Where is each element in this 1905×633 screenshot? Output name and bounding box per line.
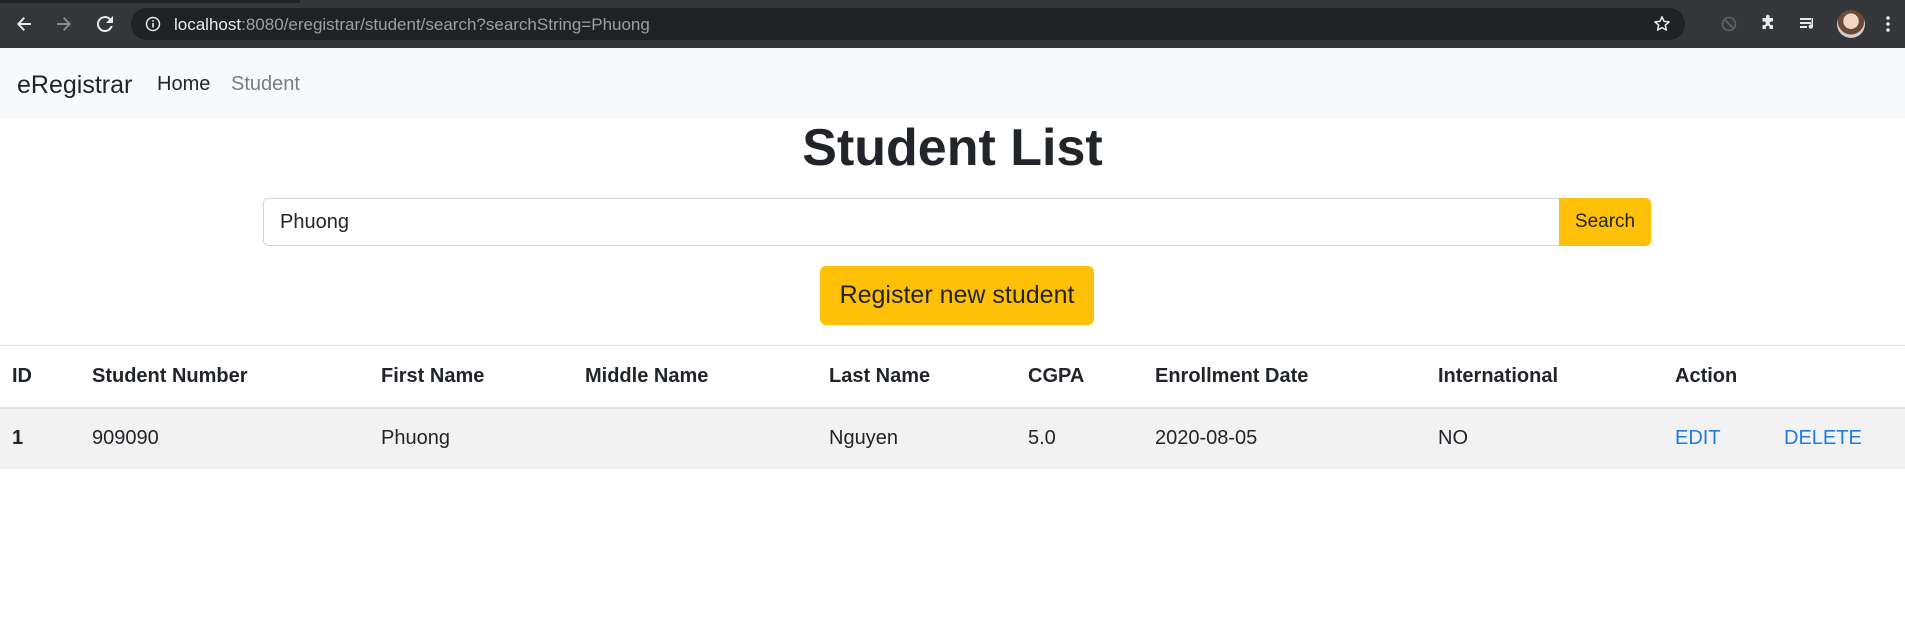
browser-toolbar: localhost:8080/eregistrar/student/search… (0, 0, 1905, 48)
edit-link[interactable]: EDIT (1675, 427, 1721, 449)
student-table: ID Student Number First Name Middle Name… (0, 345, 1905, 469)
delete-link[interactable]: DELETE (1784, 427, 1862, 449)
tab-strip-edge (0, 0, 300, 3)
header-first-name: First Name (381, 364, 485, 387)
url-text[interactable]: localhost:8080/eregistrar/student/search… (174, 15, 650, 35)
profile-avatar[interactable] (1837, 10, 1865, 38)
navbar-brand[interactable]: eRegistrar (17, 71, 132, 100)
reload-icon[interactable] (91, 10, 119, 38)
header-cgpa: CGPA (1028, 364, 1085, 387)
header-last-name: Last Name (829, 364, 931, 387)
cell-delete: DELETE (1772, 408, 1905, 469)
url-host: localhost (174, 15, 242, 34)
header-international: International (1438, 364, 1559, 387)
cell-cgpa: 5.0 (1028, 427, 1056, 449)
search-input[interactable] (263, 198, 1560, 246)
cell-edit: EDIT (1663, 408, 1772, 469)
cell-id: 1 (12, 427, 24, 449)
address-bar[interactable]: localhost:8080/eregistrar/student/search… (131, 8, 1685, 40)
url-path: :8080/eregistrar/student/search?searchSt… (241, 15, 650, 34)
header-action: Action (1675, 364, 1738, 387)
extension-sync-icon[interactable] (1716, 11, 1742, 37)
page-title: Student List (802, 119, 1103, 177)
cell-last-name: Nguyen (829, 427, 898, 449)
header-student-number: Student Number (92, 364, 248, 387)
nav-link-student[interactable]: Student (231, 73, 300, 96)
app-navbar: eRegistrar Home Student (0, 48, 1905, 119)
more-vert-icon[interactable] (1875, 11, 1901, 37)
puzzle-icon[interactable] (1755, 11, 1781, 37)
cell-enrollment-date: 2020-08-05 (1155, 427, 1258, 449)
header-action-extra (1772, 346, 1905, 408)
back-arrow-icon[interactable] (10, 10, 38, 38)
star-icon[interactable] (1653, 15, 1671, 38)
forward-arrow-icon[interactable] (50, 10, 78, 38)
header-id: ID (12, 364, 32, 387)
table-row: 1 909090 Phuong Nguyen 5.0 2020-08-05 NO… (0, 407, 1905, 469)
cell-student-number: 909090 (92, 427, 159, 449)
register-new-student-button[interactable]: Register new student (820, 266, 1094, 325)
cell-international: NO (1438, 427, 1468, 449)
media-queue-icon[interactable] (1795, 11, 1821, 37)
table-header-row: ID Student Number First Name Middle Name… (0, 345, 1905, 408)
student-table-container: ID Student Number First Name Middle Name… (0, 345, 1905, 469)
nav-link-home[interactable]: Home (157, 73, 210, 96)
header-enrollment-date: Enrollment Date (1155, 364, 1309, 387)
cell-middle-name (573, 408, 817, 469)
header-middle-name: Middle Name (585, 364, 709, 387)
info-icon[interactable] (145, 16, 161, 37)
search-button[interactable]: Search (1559, 198, 1651, 246)
cell-first-name: Phuong (381, 427, 450, 449)
